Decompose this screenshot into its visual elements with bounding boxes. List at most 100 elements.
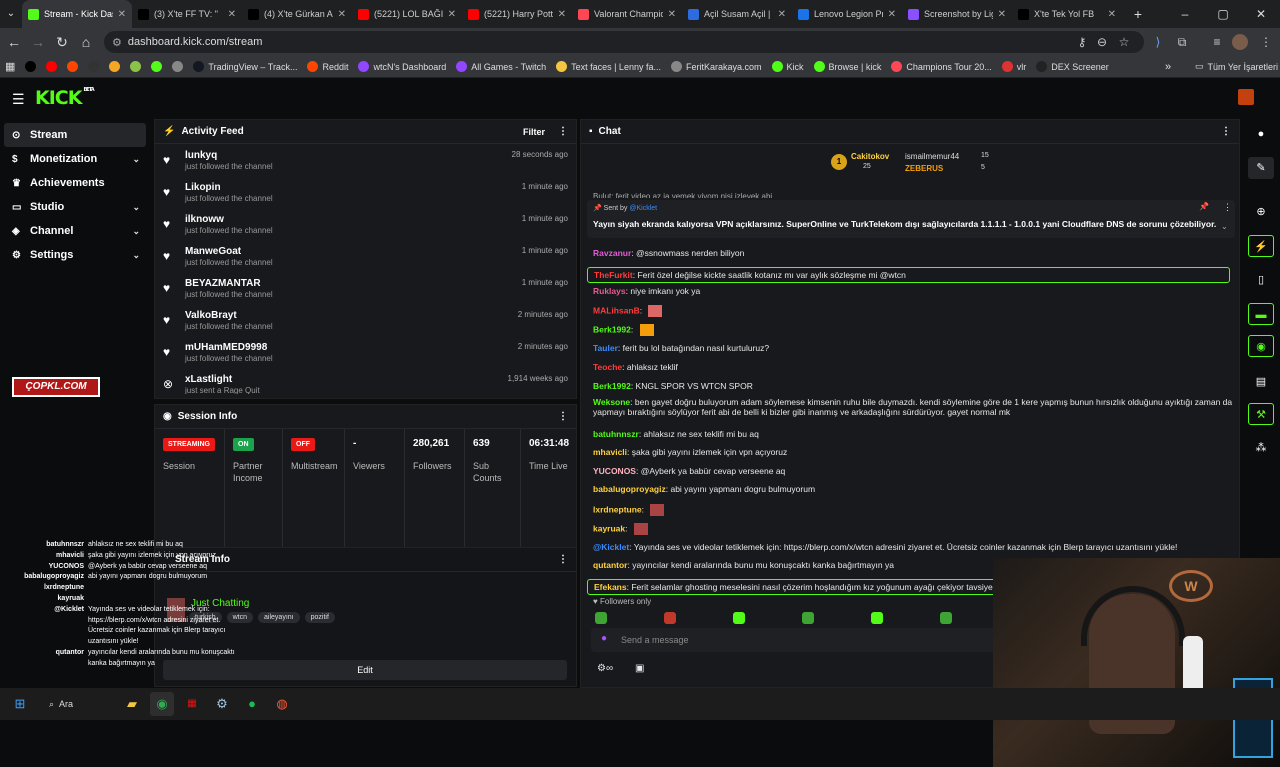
chat-username[interactable]: Ravzanur xyxy=(593,248,631,258)
activity-username[interactable]: ValkoBrayt xyxy=(185,310,237,321)
broadcast-icon[interactable]: ◉ xyxy=(1248,335,1274,357)
bookmark-item[interactable]: Champions Tour 20... xyxy=(886,61,996,72)
reload-button[interactable]: ↻ xyxy=(50,30,74,54)
bookmark-item[interactable] xyxy=(104,61,125,72)
home-icon[interactable]: ⌂ xyxy=(74,30,98,54)
back-button[interactable]: ← xyxy=(2,30,26,54)
extension-icon[interactable]: ⟩ xyxy=(1148,32,1168,52)
mic-icon[interactable]: ● xyxy=(601,633,607,644)
browser-tab[interactable]: Lenovo Legion Pro ✕ xyxy=(792,0,902,28)
chrome-icon[interactable]: ◉ xyxy=(150,692,174,716)
obs-icon[interactable]: ▦ xyxy=(180,692,204,716)
bookmark-item[interactable]: Text faces | Lenny fa... xyxy=(551,61,666,72)
activity-username[interactable]: xLastlight xyxy=(185,374,232,385)
chat-username[interactable]: Tauler xyxy=(593,343,618,353)
chat-menu-icon[interactable]: ⋮ xyxy=(1221,126,1231,137)
browser-tab[interactable]: (3) X'te FF TV: " ✕ xyxy=(132,0,242,28)
leader-three-name[interactable]: ZEBERUS xyxy=(905,164,943,173)
profile-avatar[interactable] xyxy=(1232,34,1248,50)
activity-username[interactable]: BEYAZMANTAR xyxy=(185,278,261,289)
media-icon[interactable]: ≡ xyxy=(1207,32,1227,52)
sidebar-item-achievements[interactable]: ♛ Achievements xyxy=(4,171,146,195)
wrench-icon[interactable]: ⚒ xyxy=(1248,403,1274,425)
taskbar-search[interactable]: ⌕ Ara xyxy=(41,693,111,715)
file-explorer-icon[interactable]: ▰ xyxy=(120,692,144,716)
chat-username[interactable]: mhavicli xyxy=(593,447,627,457)
forward-button[interactable]: → xyxy=(26,30,50,54)
close-tab-icon[interactable]: ✕ xyxy=(448,9,456,20)
filter-button[interactable]: Filter xyxy=(523,127,545,137)
chat-username[interactable]: Berk1992 xyxy=(593,381,631,391)
bookmark-item[interactable] xyxy=(62,61,83,72)
sidebar-item-settings[interactable]: ⚙ Settings ⌄ xyxy=(4,243,146,267)
bookmark-item[interactable] xyxy=(125,61,146,72)
apps-grid-icon[interactable]: ▦ xyxy=(0,60,20,73)
bookmark-item[interactable]: Reddit xyxy=(302,61,353,72)
browser-tab[interactable]: (5221) Harry Potte ✕ xyxy=(462,0,572,28)
bookmark-item[interactable] xyxy=(83,61,104,72)
quick-emote-icon[interactable] xyxy=(595,612,607,624)
kick-logo[interactable]: KICK BETA xyxy=(35,87,95,109)
close-tab-icon[interactable]: ✕ xyxy=(1108,9,1116,20)
close-tab-icon[interactable]: ✕ xyxy=(998,9,1006,20)
new-tab-button[interactable]: + xyxy=(1126,2,1150,26)
chat-username[interactable]: @Kicklet xyxy=(593,542,629,552)
crosshair-icon[interactable]: ⊕ xyxy=(1248,201,1274,223)
chat-bubble-icon[interactable]: ▬ xyxy=(1248,303,1274,325)
chat-username[interactable]: Efekans xyxy=(594,582,627,592)
tab-search-icon[interactable]: ⌄ xyxy=(0,2,22,26)
nodes-icon[interactable]: ⁂ xyxy=(1248,437,1274,459)
bookmark-item[interactable]: wtcN's Dashboard xyxy=(353,61,451,72)
chat-username[interactable]: qutantor xyxy=(593,560,627,570)
leader-name[interactable]: Cakitokov xyxy=(851,152,889,161)
activity-username[interactable]: ilknoww xyxy=(185,214,224,225)
chat-username[interactable]: kayruak xyxy=(593,523,625,533)
minimize-button[interactable]: – xyxy=(1166,0,1204,28)
browser-tab[interactable]: Stream - Kick Dashboard ✕ xyxy=(22,0,132,28)
browser-tab[interactable]: Valorant Champio ✕ xyxy=(572,0,682,28)
tv-icon[interactable]: ▤ xyxy=(1248,371,1274,393)
close-tab-icon[interactable]: ✕ xyxy=(668,9,676,20)
session-menu-icon[interactable]: ⋮ xyxy=(558,411,568,422)
pencil-icon[interactable]: ✎ xyxy=(1248,157,1274,179)
leader-two-name[interactable]: ismailmemur44 xyxy=(905,152,959,161)
close-tab-icon[interactable]: ✕ xyxy=(228,9,236,20)
stream-tag[interactable]: pozitif xyxy=(304,612,335,623)
emote-picker-icon[interactable]: ▣ xyxy=(635,663,644,674)
bookmark-item[interactable]: Browse | kick xyxy=(809,61,887,72)
chat-username[interactable]: YUCONOS xyxy=(593,466,636,476)
close-tab-icon[interactable]: ✕ xyxy=(118,9,126,20)
extensions-puzzle-icon[interactable]: ⧉ xyxy=(1172,32,1192,52)
discord-icon[interactable]: ◍ xyxy=(270,692,294,716)
bookmark-item[interactable]: All Games - Twitch xyxy=(451,61,551,72)
bookmark-item[interactable] xyxy=(167,61,188,72)
chat-settings-icon[interactable]: ⚙∞ xyxy=(597,663,613,674)
browser-tab[interactable]: Screenshot by Lig ✕ xyxy=(902,0,1012,28)
pinned-menu-icon[interactable]: ⋮ xyxy=(1223,202,1232,213)
chat-username[interactable]: MALihsanB xyxy=(593,305,640,315)
bookmark-star-icon[interactable]: ☆ xyxy=(1114,32,1134,52)
bookmark-item[interactable]: DEX Screener xyxy=(1031,61,1114,72)
chat-username[interactable]: TheFurkit xyxy=(594,270,633,280)
lightning-icon[interactable]: ⚡ xyxy=(1248,235,1274,257)
quick-emote-icon[interactable] xyxy=(871,612,883,624)
close-tab-icon[interactable]: ✕ xyxy=(778,9,786,20)
chat-username[interactable]: Berk1992 xyxy=(593,324,631,334)
steam-icon[interactable]: ⚙ xyxy=(210,692,234,716)
bookmarks-overflow-icon[interactable]: » xyxy=(1160,61,1176,73)
chat-username[interactable]: batuhnnszr xyxy=(593,429,639,439)
sidebar-item-studio[interactable]: ▭ Studio ⌄ xyxy=(4,195,146,219)
quick-emote-icon[interactable] xyxy=(802,612,814,624)
chat-username[interactable]: Teoche xyxy=(593,362,622,372)
browser-tab[interactable]: X'te Tek Yol FB ✕ xyxy=(1012,0,1122,28)
bookmark-item[interactable]: vlr xyxy=(997,61,1032,72)
close-window-button[interactable]: ✕ xyxy=(1242,0,1280,28)
quick-emote-icon[interactable] xyxy=(940,612,952,624)
sidebar-item-stream[interactable]: ⊙ Stream xyxy=(4,123,146,147)
browser-tab[interactable]: (4) X'te Gürkan Al ✕ xyxy=(242,0,352,28)
close-tab-icon[interactable]: ✕ xyxy=(888,9,896,20)
password-key-icon[interactable]: ⚷ xyxy=(1072,32,1092,52)
close-tab-icon[interactable]: ✕ xyxy=(338,9,346,20)
address-bar[interactable]: ⚙ dashboard.kick.com/stream xyxy=(104,31,1144,53)
chat-username[interactable]: lxrdneptune xyxy=(593,504,642,514)
